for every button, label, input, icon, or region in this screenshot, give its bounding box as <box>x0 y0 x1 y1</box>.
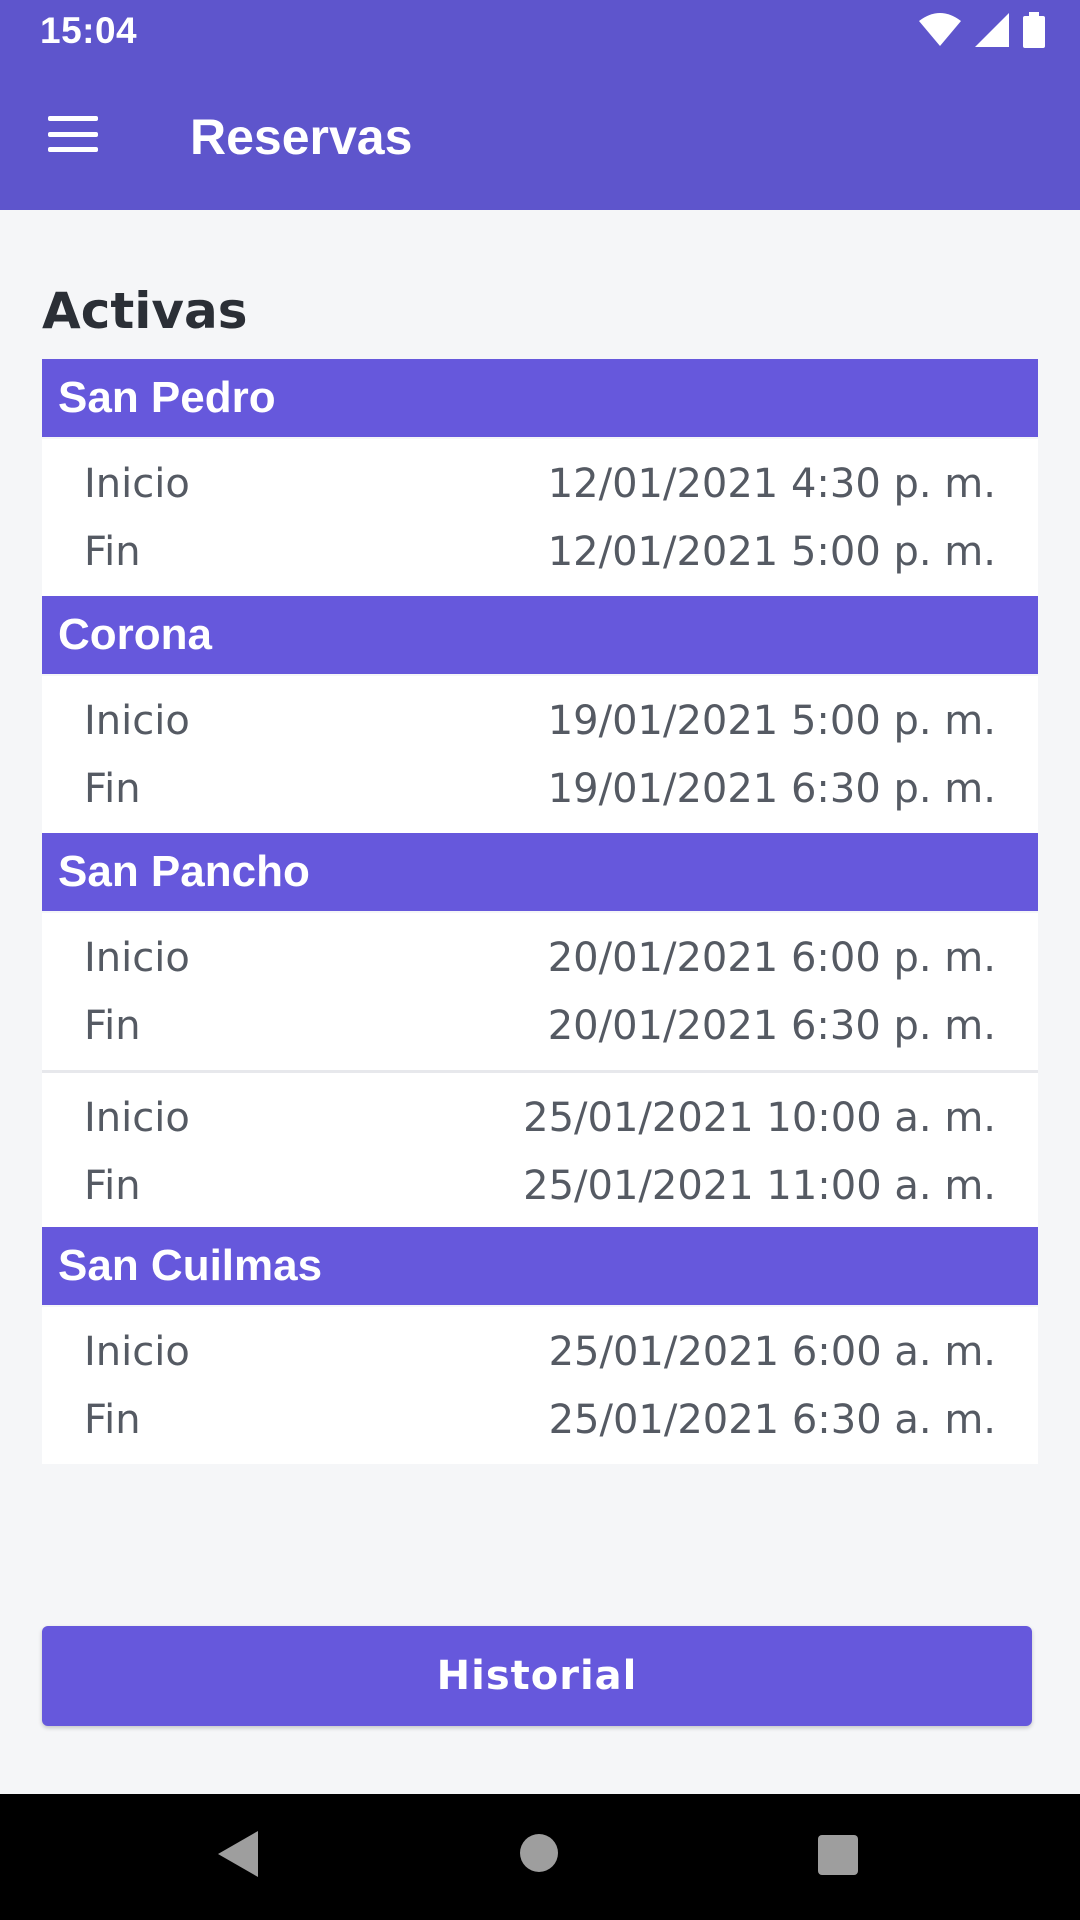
reservation-card[interactable]: Inicio 12/01/2021 4:30 p. m. Fin 12/01/2… <box>42 439 1038 596</box>
historial-button[interactable]: Historial <box>42 1626 1032 1726</box>
screen: 15:04 Reservas Activas San Pedro Inicio … <box>0 0 1080 1920</box>
start-row: Inicio 19/01/2021 5:00 p. m. <box>84 698 996 744</box>
start-label: Inicio <box>84 461 190 507</box>
end-value: 19/01/2021 6:30 p. m. <box>547 766 996 812</box>
end-value: 20/01/2021 6:30 p. m. <box>547 1003 996 1049</box>
group-header: San Pedro <box>42 359 1038 437</box>
start-value: 20/01/2021 6:00 p. m. <box>547 935 996 981</box>
end-row: Fin 12/01/2021 5:00 p. m. <box>84 529 996 575</box>
start-label: Inicio <box>84 1329 190 1375</box>
group-header: Corona <box>42 596 1038 674</box>
end-value: 25/01/2021 6:30 a. m. <box>548 1397 996 1443</box>
hamburger-menu-icon[interactable] <box>48 116 98 152</box>
app-title: Reservas <box>190 109 413 165</box>
end-row: Fin 25/01/2021 11:00 a. m. <box>84 1163 996 1209</box>
start-label: Inicio <box>84 935 190 981</box>
start-label: Inicio <box>84 698 190 744</box>
end-row: Fin 19/01/2021 6:30 p. m. <box>84 766 996 812</box>
end-label: Fin <box>84 1163 141 1209</box>
reservation-list: San Pedro Inicio 12/01/2021 4:30 p. m. F… <box>42 359 1038 1464</box>
start-value: 25/01/2021 10:00 a. m. <box>523 1095 996 1141</box>
end-row: Fin 25/01/2021 6:30 a. m. <box>84 1397 996 1443</box>
start-row: Inicio 12/01/2021 4:30 p. m. <box>84 461 996 507</box>
app-bar: 15:04 Reservas <box>0 0 1080 210</box>
battery-icon <box>1023 12 1045 48</box>
end-row: Fin 20/01/2021 6:30 p. m. <box>84 1003 996 1049</box>
start-value: 12/01/2021 4:30 p. m. <box>547 461 996 507</box>
reservation-card[interactable]: Inicio 19/01/2021 5:00 p. m. Fin 19/01/2… <box>42 676 1038 833</box>
status-time: 15:04 <box>40 10 138 51</box>
status-icons <box>919 12 1045 48</box>
wifi-icon <box>919 13 961 46</box>
start-value: 19/01/2021 5:00 p. m. <box>547 698 996 744</box>
navigation-bar <box>0 1794 1080 1920</box>
home-icon[interactable] <box>520 1834 558 1872</box>
start-label: Inicio <box>84 1095 190 1141</box>
end-label: Fin <box>84 529 141 575</box>
recents-icon[interactable] <box>818 1835 858 1875</box>
start-row: Inicio 20/01/2021 6:00 p. m. <box>84 935 996 981</box>
end-label: Fin <box>84 1003 141 1049</box>
group-header: San Pancho <box>42 833 1038 911</box>
signal-icon <box>975 13 1009 47</box>
end-label: Fin <box>84 766 141 812</box>
back-icon[interactable] <box>218 1831 258 1877</box>
reservation-card[interactable]: Inicio 25/01/2021 6:00 a. m. Fin 25/01/2… <box>42 1307 1038 1464</box>
end-label: Fin <box>84 1397 141 1443</box>
group-header: San Cuilmas <box>42 1227 1038 1305</box>
end-value: 25/01/2021 11:00 a. m. <box>523 1163 996 1209</box>
start-row: Inicio 25/01/2021 10:00 a. m. <box>84 1095 996 1141</box>
reservation-card[interactable]: Inicio 20/01/2021 6:00 p. m. Fin 20/01/2… <box>42 913 1038 1070</box>
end-value: 12/01/2021 5:00 p. m. <box>547 529 996 575</box>
reservation-card[interactable]: Inicio 25/01/2021 10:00 a. m. Fin 25/01/… <box>42 1070 1038 1227</box>
section-title: Activas <box>42 282 248 340</box>
start-row: Inicio 25/01/2021 6:00 a. m. <box>84 1329 996 1375</box>
start-value: 25/01/2021 6:00 a. m. <box>548 1329 996 1375</box>
